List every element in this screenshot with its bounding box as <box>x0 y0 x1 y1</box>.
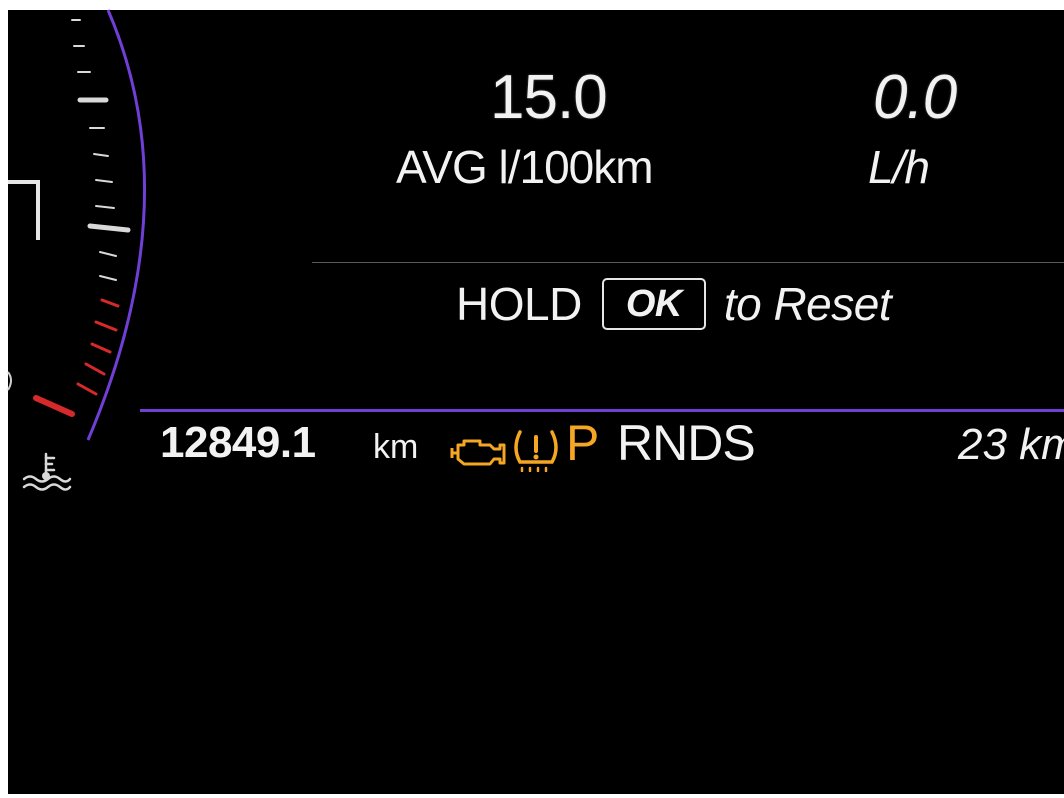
photo-frame-bottom <box>0 794 1064 798</box>
coolant-temperature-icon <box>22 452 72 491</box>
instant-fuel-rate-unit: L/h <box>868 141 930 193</box>
odometer-value: 12849.1 <box>160 418 316 467</box>
tire-pressure-icon <box>514 430 558 472</box>
gear-indicator-options: RNDS <box>617 415 756 471</box>
reset-prompt: HOLD OK to Reset <box>456 276 892 332</box>
instant-fuel-rate-value: 0.0 <box>873 63 957 132</box>
gear-indicator-selected: P <box>566 415 599 471</box>
status-bar-divider <box>140 409 1064 412</box>
ok-button[interactable]: OK <box>601 278 706 330</box>
check-engine-icon <box>450 439 506 466</box>
reset-suffix-text: to Reset <box>723 278 892 330</box>
range-readout: 23 km <box>958 420 1064 469</box>
section-divider <box>312 262 1064 263</box>
odometer-unit: km <box>373 428 419 466</box>
avg-fuel-consumption-value: 15.0 <box>490 63 608 132</box>
avg-fuel-consumption-label: AVG l/100km <box>396 141 654 193</box>
reset-hold-text: HOLD <box>456 278 582 330</box>
